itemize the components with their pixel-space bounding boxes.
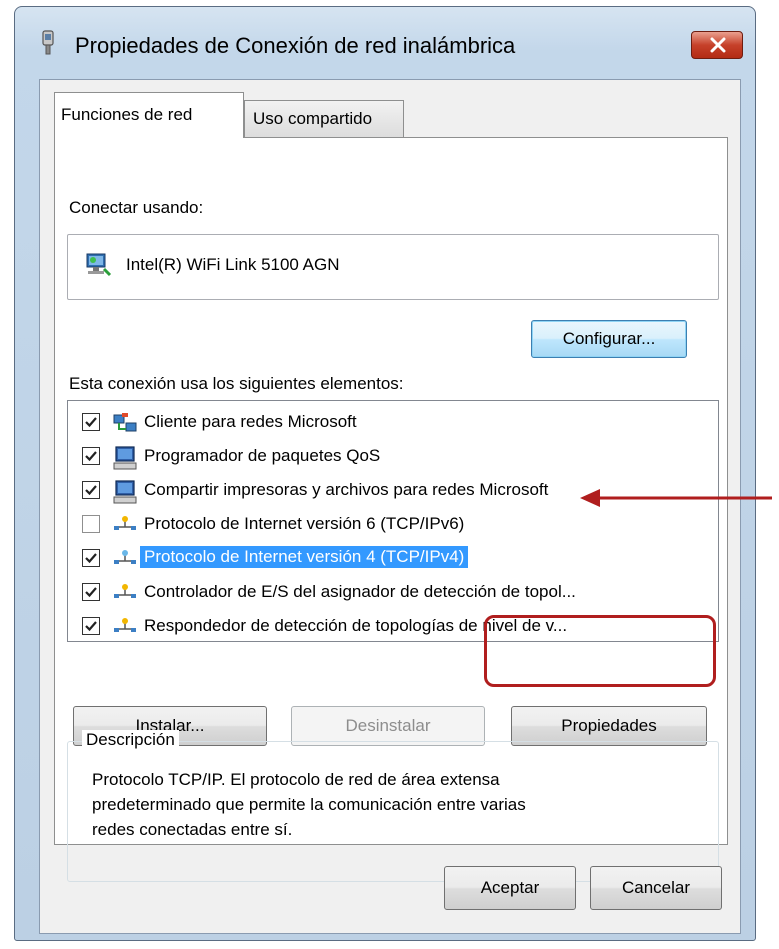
configure-button[interactable]: Configurar... [531,320,687,358]
checkmark-icon [85,485,97,496]
components-list[interactable]: Cliente para redes Microsoft Programador… [67,400,719,642]
description-legend: Descripción [82,730,179,750]
list-item[interactable]: Controlador de E/S del asignador de dete… [68,575,718,609]
checkbox[interactable] [82,583,100,601]
item-label: Programador de paquetes QoS [144,446,381,465]
tab-uso-compartido[interactable]: Uso compartido [244,100,404,138]
item-label: Controlador de E/S del asignador de dete… [144,582,576,601]
item-label: Cliente para redes Microsoft [144,412,357,431]
protocol-icon [114,584,136,598]
adapter-field: Intel(R) WiFi Link 5100 AGN [67,234,719,300]
checkmark-icon [85,553,97,564]
close-icon [710,37,726,53]
properties-button[interactable]: Propiedades [511,706,707,746]
tab-funciones-de-red[interactable]: Funciones de red [54,92,244,138]
tab-label: Uso compartido [253,109,373,128]
cancel-button[interactable]: Cancelar [590,866,722,910]
checkbox[interactable] [82,413,100,431]
list-item[interactable]: Cliente para redes Microsoft [68,405,718,439]
network-adapter-icon [42,30,54,55]
annotation-highlight-box [484,615,716,687]
adapter-name: Intel(R) WiFi Link 5100 AGN [126,255,340,274]
dialog-window: Propiedades de Conexión de red inalámbri… [14,6,756,941]
close-button[interactable] [691,31,743,59]
checkbox[interactable] [82,549,100,567]
list-item[interactable]: Programador de paquetes QoS [68,439,718,473]
item-label: Protocolo de Internet versión 6 (TCP/IPv… [144,514,465,533]
checkmark-icon [85,587,97,598]
description-group: Descripción Protocolo TCP/IP. El protoco… [67,730,719,882]
uninstall-button[interactable]: Desinstalar [291,706,485,746]
protocol-icon [114,618,136,632]
protocol-icon [114,550,136,564]
connect-using-label: Conectar usando: [69,198,204,217]
tab-label: Funciones de red [61,105,193,124]
checkmark-icon [85,621,97,632]
network-client-icon [113,413,137,432]
description-line: Protocolo TCP/IP. El protocolo de red de… [92,770,500,789]
checkbox[interactable] [82,617,100,635]
description-line: redes conectadas entre sí. [92,820,293,839]
computer-icon [113,446,137,470]
ok-button[interactable]: Aceptar [444,866,576,910]
title-bar[interactable]: Propiedades de Conexión de red inalámbri… [15,7,755,79]
item-label: Compartir impresoras y archivos para red… [144,480,549,499]
checkmark-icon [85,417,97,428]
protocol-icon [114,516,136,530]
description-line: predeterminado que permite la comunicaci… [92,795,526,814]
window-title: Propiedades de Conexión de red inalámbri… [75,33,516,58]
computer-icon [113,480,137,504]
checkbox[interactable] [82,481,100,499]
checkmark-icon [85,451,97,462]
network-adapter-icon [86,253,112,277]
items-label: Esta conexión usa los siguientes element… [69,374,404,393]
checkbox[interactable] [82,447,100,465]
list-item-selected[interactable]: Protocolo de Internet versión 4 (TCP/IPv… [68,541,718,575]
item-label: Protocolo de Internet versión 4 (TCP/IPv… [140,546,469,568]
annotation-arrow-icon [580,489,772,507]
checkbox[interactable] [82,515,100,533]
